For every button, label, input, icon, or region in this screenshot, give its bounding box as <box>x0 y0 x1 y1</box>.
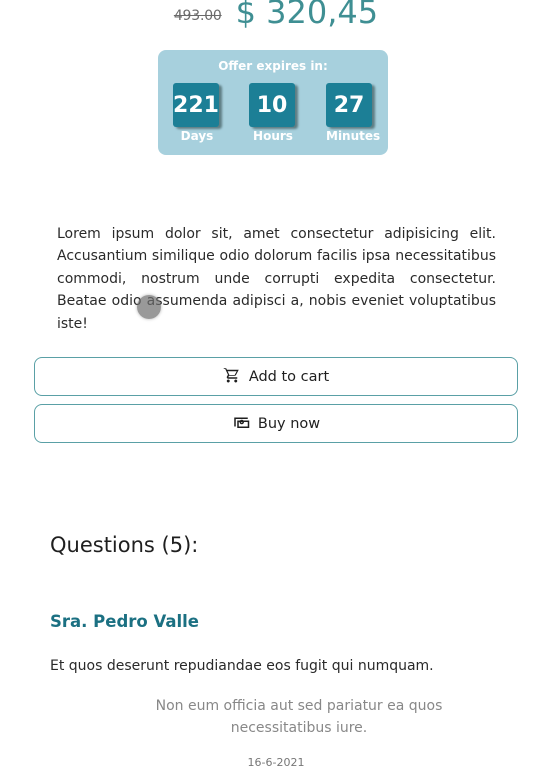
add-to-cart-button[interactable]: Add to cart <box>34 357 518 396</box>
old-price: 493.00 <box>173 8 222 24</box>
countdown-minutes: 27 Minutes <box>326 83 381 143</box>
money-icon <box>232 413 250 435</box>
countdown-days-value: 221 <box>173 83 219 127</box>
cursor-indicator <box>137 295 161 319</box>
questions-title: Questions (5): <box>50 533 199 557</box>
countdown-days-label: Days <box>180 129 214 143</box>
countdown-days: 221 Days <box>173 83 221 143</box>
question-text: Et quos deserunt repudiandae eos fugit q… <box>50 658 434 674</box>
countdown-hours-value: 10 <box>249 83 295 127</box>
buy-now-button[interactable]: Buy now <box>34 404 518 443</box>
question-author: Sra. Pedro Valle <box>50 612 199 631</box>
price-row: 493.00 $ 320,45 <box>0 0 552 32</box>
countdown-hours: 10 Hours <box>249 83 297 143</box>
countdown-hours-label: Hours <box>253 129 293 143</box>
answer-date: 16-6-2021 <box>247 756 305 769</box>
buy-now-label: Buy now <box>257 415 321 432</box>
offer-countdown: Offer expires in: 221 Days 10 Hours 27 M… <box>158 50 388 155</box>
new-price: $ 320,45 <box>235 0 379 31</box>
answer-text: Non eum officia aut sed pariatur ea quos… <box>155 698 443 736</box>
shopping-cart-icon <box>223 366 241 388</box>
countdown-minutes-value: 27 <box>326 83 372 127</box>
offer-title: Offer expires in: <box>218 59 328 73</box>
add-to-cart-label: Add to cart <box>248 368 330 385</box>
countdown-minutes-label: Minutes <box>326 129 381 143</box>
product-description: Lorem ipsum dolor sit, amet consectetur … <box>57 226 496 332</box>
product-page: 493.00 $ 320,45 Offer expires in: 221 Da… <box>0 0 552 783</box>
